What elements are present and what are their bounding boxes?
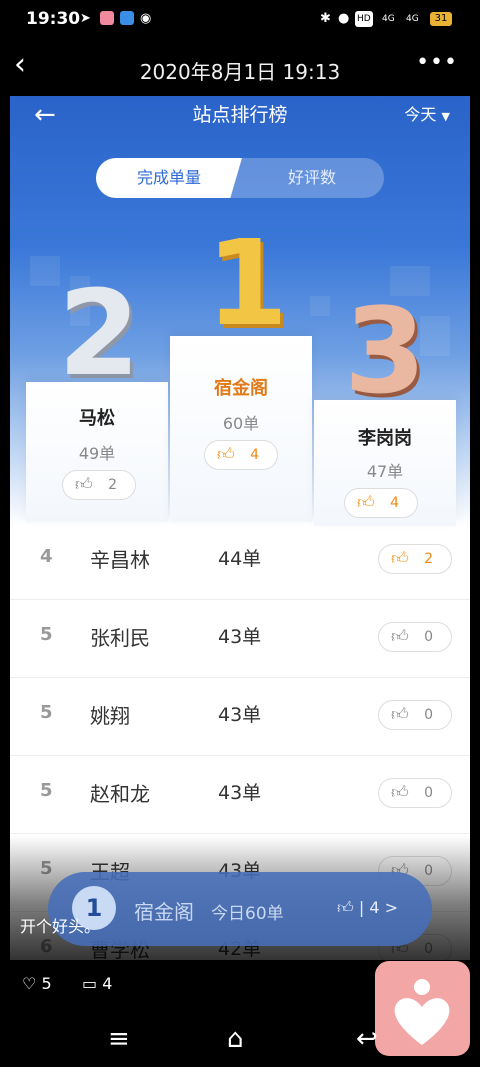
- hd-icon: HD: [355, 11, 373, 27]
- podium-third: 李岗岗 47单 👍︎ 4: [314, 400, 456, 526]
- compass-icon: ◉: [140, 11, 152, 26]
- network-label-2: 4G: [406, 14, 419, 24]
- like-count: 2: [424, 551, 433, 567]
- row-count: 43单: [218, 782, 262, 804]
- my-rank-today: 今日60单: [211, 904, 284, 924]
- ranking-row: 5 赵和龙 43单 👍︎ 0: [10, 756, 470, 834]
- tab-good-reviews[interactable]: 好评数: [240, 158, 384, 198]
- like-button[interactable]: 👍︎ 0: [378, 778, 452, 808]
- comment-button[interactable]: ▭ 4: [82, 974, 112, 993]
- bluetooth-icon: ✱: [320, 11, 331, 26]
- network-label: 4G: [382, 14, 395, 24]
- post-comment-count: 4: [102, 974, 113, 993]
- like-count: 4: [250, 447, 259, 463]
- metric-tabs: 完成单量 好评数: [96, 158, 384, 198]
- more-dots-icon[interactable]: •••: [416, 50, 458, 75]
- row-name: 张利民: [90, 626, 150, 650]
- like-button[interactable]: 👍︎ 0: [378, 622, 452, 652]
- row-count: 43单: [218, 626, 262, 648]
- thumbs-up-icon: 👍︎: [357, 493, 375, 513]
- period-label: 今天: [404, 105, 437, 124]
- podium-name: 宿金阁: [214, 378, 268, 399]
- rank-1-numeral: 1: [206, 214, 289, 352]
- like-button[interactable]: 👍︎ 4: [204, 440, 278, 470]
- row-rank: 5: [40, 702, 53, 723]
- row-name: 赵和龙: [90, 782, 150, 806]
- thumbs-up-icon: 👍︎: [217, 445, 235, 465]
- thumbs-up-icon: 👍︎: [75, 475, 93, 495]
- status-time: 19:30: [26, 9, 81, 29]
- post-like-count: 5: [41, 974, 52, 993]
- my-rank-bar[interactable]: 1 宿金阁 今日60单 👍︎ | 4 >: [48, 872, 432, 946]
- back-nav-icon[interactable]: ↩: [356, 1024, 378, 1054]
- ranking-row: 4 辛昌林 44单 👍︎ 2: [10, 522, 470, 600]
- row-count: 44单: [218, 548, 262, 570]
- my-rank-likes-count: | 4 >: [358, 898, 398, 917]
- like-count: 0: [424, 629, 433, 645]
- location-icon: ●: [338, 11, 350, 26]
- period-dropdown[interactable]: 今天 ▼: [404, 101, 450, 125]
- ranking-row: 5 姚翔 43单 👍︎ 0: [10, 678, 470, 756]
- thumbs-up-icon: 👍︎: [391, 783, 409, 803]
- podium-second: 马松 49单 👍︎ 2: [26, 382, 168, 522]
- rank-3-numeral: 3: [344, 282, 427, 420]
- my-rank-likes: 👍︎ | 4 >: [337, 898, 398, 918]
- podium-name: 李岗岗: [358, 428, 412, 449]
- like-count: 2: [108, 477, 117, 493]
- podium-count: 47单: [366, 462, 404, 481]
- podium-name: 马松: [79, 408, 115, 429]
- rank-2-numeral: 2: [58, 264, 141, 402]
- like-post-button[interactable]: ♡ 5: [22, 974, 52, 993]
- ranking-screenshot: ← 站点排行榜 今天 ▼ 完成单量 好评数 2 1 3 马松 49单 👍︎ 2 …: [10, 96, 470, 960]
- row-name: 姚翔: [90, 704, 130, 728]
- thumbs-up-icon: 👍︎: [391, 627, 409, 647]
- menu-icon[interactable]: ≡: [108, 1024, 130, 1054]
- podium-count: 60单: [222, 414, 260, 433]
- status-bar: 19:30 ➤ ◉ ✱ ● HD 4G 4G 31: [0, 0, 480, 40]
- like-count: 0: [424, 785, 433, 801]
- row-rank: 4: [40, 546, 53, 567]
- ranking-row: 5 张利民 43单 👍︎ 0: [10, 600, 470, 678]
- post-date-title: 2020年8月1日 19:13: [139, 60, 341, 84]
- app-notif-icon: [100, 11, 114, 27]
- row-count: 43单: [218, 704, 262, 726]
- home-icon[interactable]: ⌂: [227, 1024, 244, 1054]
- thumbs-up-icon: 👍︎: [391, 705, 409, 725]
- system-nav-bar: ≡ ⌂ ↩: [0, 1018, 480, 1067]
- thumbs-up-icon: 👍︎: [391, 549, 409, 569]
- tab-completed-orders[interactable]: 完成单量: [96, 158, 242, 198]
- battery-icon: 31: [430, 12, 452, 26]
- app-notif-icon: [120, 11, 134, 27]
- podium-first: 宿金阁 60单 👍︎ 4: [170, 336, 312, 522]
- like-button[interactable]: 👍︎ 2: [62, 470, 136, 500]
- thumbs-up-icon: 👍︎: [337, 898, 354, 917]
- caret-down-icon: ▼: [441, 110, 450, 123]
- heart-icon: ♡: [22, 974, 37, 993]
- row-rank: 5: [40, 780, 53, 801]
- row-rank: 5: [40, 624, 53, 645]
- post-header: ‹ 2020年8月1日 19:13 •••: [0, 40, 480, 96]
- send-icon: ➤: [80, 11, 91, 26]
- like-button[interactable]: 👍︎ 2: [378, 544, 452, 574]
- row-name: 辛昌林: [90, 548, 150, 572]
- like-count: 0: [424, 707, 433, 723]
- my-rank-name: 宿金阁: [134, 900, 194, 924]
- like-button[interactable]: 👍︎ 4: [344, 488, 418, 518]
- app-title: 站点排行榜: [192, 104, 288, 126]
- like-button[interactable]: 👍︎ 0: [378, 700, 452, 730]
- like-count: 4: [390, 495, 399, 511]
- comment-icon: ▭: [82, 974, 98, 993]
- podium-count: 49单: [78, 444, 116, 463]
- post-caption: 开个好头。: [20, 917, 101, 936]
